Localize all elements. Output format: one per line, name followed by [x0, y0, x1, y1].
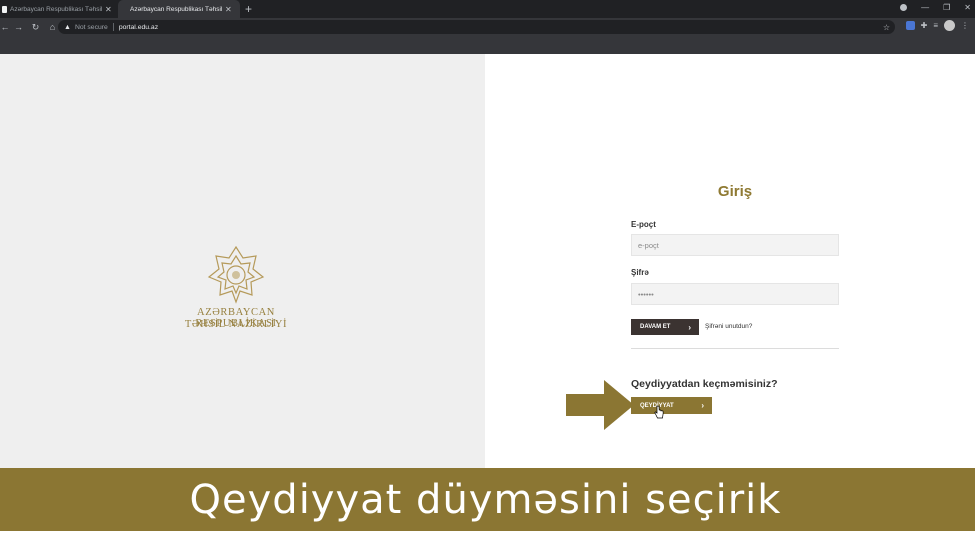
close-window-icon[interactable]: ✕: [964, 3, 971, 12]
hand-cursor-icon: [654, 405, 664, 419]
continue-button-label: DAVAM ET: [640, 324, 671, 330]
screen: Azərbaycan Respublikası Təhsil N ✕ Azərb…: [0, 0, 975, 540]
forward-arrow-icon[interactable]: →: [10, 22, 27, 32]
close-icon[interactable]: ✕: [225, 5, 232, 14]
forgot-password-link[interactable]: Şifrəni unutdun?: [705, 323, 752, 330]
subtitle-text: Qeydiyyat düyməsini seçirik: [189, 476, 782, 523]
new-tab-plus-icon[interactable]: +: [245, 2, 252, 16]
register-button[interactable]: QEYDİYYAT ›: [631, 397, 712, 414]
security-label: Not secure: [74, 23, 108, 31]
menu-kebab-icon[interactable]: ⋮: [961, 21, 969, 30]
password-field[interactable]: [631, 283, 839, 305]
divider: [112, 23, 114, 31]
extensions-area: ✚ ≡ ⋮: [905, 20, 969, 31]
address-bar[interactable]: ▲ Not secure portal.edu.az ☆: [58, 20, 895, 34]
pointer-arrow-icon: [566, 380, 634, 430]
tab-portal-1[interactable]: Azərbaycan Respublikası Təhsil N ✕: [0, 0, 116, 18]
media-queue-icon[interactable]: ≡: [933, 21, 938, 30]
page-favicon-icon: [2, 5, 7, 13]
email-label: E-poçt: [631, 220, 656, 229]
chevron-right-icon: ›: [701, 401, 704, 410]
login-title: Giriş: [717, 183, 753, 200]
brand-panel: AZƏRBAYCAN RESPUBLİKASI TƏHSİL NAZİRLİYİ: [0, 54, 485, 468]
ministry-emblem-icon: [207, 245, 265, 304]
close-icon[interactable]: ✕: [105, 5, 112, 14]
divider: [631, 348, 839, 349]
email-field[interactable]: [631, 234, 839, 256]
reload-icon[interactable]: ↻: [27, 22, 44, 33]
url-text: portal.edu.az: [118, 23, 159, 31]
record-icon[interactable]: [900, 4, 908, 11]
tab-title: Azərbaycan Respublikası Təhsil N: [130, 5, 222, 13]
bookmarks-bar: [0, 36, 975, 54]
profile-avatar-icon[interactable]: [944, 20, 955, 31]
chevron-right-icon: ›: [688, 322, 691, 332]
tab-title: Azərbaycan Respublikası Təhsil N: [10, 5, 102, 13]
password-label: Şifrə: [631, 268, 649, 277]
restore-icon[interactable]: ❐: [943, 3, 950, 12]
tab-strip: Azərbaycan Respublikası Təhsil N ✕ Azərb…: [0, 0, 975, 18]
tab-portal-2[interactable]: Azərbaycan Respublikası Təhsil N ✕: [118, 0, 240, 18]
ministry-name-line2: TƏHSİL NAZİRLİYİ: [184, 319, 288, 330]
register-question: Qeydiyyatdan keçməmisiniz?: [631, 378, 778, 390]
minimize-icon[interactable]: —: [921, 3, 929, 12]
back-arrow-icon[interactable]: ←: [0, 22, 10, 32]
continue-button[interactable]: DAVAM ET ›: [631, 319, 699, 335]
login-panel: [485, 54, 975, 468]
bookmark-star-icon[interactable]: ☆: [883, 23, 890, 32]
web-page: AZƏRBAYCAN RESPUBLİKASI TƏHSİL NAZİRLİYİ…: [0, 54, 975, 540]
warning-triangle-icon[interactable]: ▲: [64, 24, 71, 31]
browser-toolbar: ← → ↻ ⌂ ▲ Not secure portal.edu.az ☆ ✚ ≡…: [0, 18, 975, 36]
subtitle-bar: Qeydiyyat düyməsini seçirik: [0, 468, 975, 531]
window-controls: — ❐ ✕: [900, 3, 971, 12]
translate-extension-icon[interactable]: [905, 21, 915, 30]
puzzle-extensions-icon[interactable]: ✚: [921, 21, 928, 30]
